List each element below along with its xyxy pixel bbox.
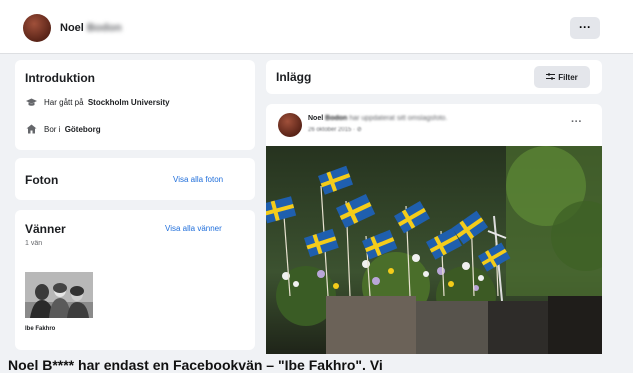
friends-card: Vänner Visa alla vänner 1 vän Ibe Fakhro bbox=[15, 210, 255, 350]
posts-header-card: Inlägg Filter bbox=[266, 60, 602, 94]
profile-header-bar: Noel Bodon ··· bbox=[0, 0, 633, 54]
post-more-button[interactable]: ··· bbox=[571, 116, 582, 128]
posts-title: Inlägg bbox=[276, 70, 312, 84]
filter-sliders-icon bbox=[546, 72, 556, 82]
post-cover-photo[interactable] bbox=[266, 146, 602, 354]
profile-surname-blurred: Bodon bbox=[86, 22, 122, 34]
home-icon bbox=[25, 124, 37, 134]
friend-name[interactable]: Ibe Fakhro bbox=[25, 326, 55, 332]
post-card: Noel Bodon har uppdaterat sitt omslagsfoto… bbox=[266, 104, 602, 354]
graduation-cap-icon bbox=[25, 97, 37, 107]
post-author-surname-blurred: Bodon bbox=[325, 115, 348, 122]
friend-count: 1 vän bbox=[25, 240, 43, 247]
intro-title: Introduktion bbox=[25, 71, 95, 85]
profile-more-button[interactable]: ··· bbox=[570, 17, 600, 39]
intro-education-row: Har gått på Stockholm University bbox=[25, 97, 170, 107]
see-all-friends-link[interactable]: Visa alla vänner bbox=[165, 224, 222, 233]
see-all-photos-link[interactable]: Visa alla foton bbox=[173, 175, 223, 184]
post-action-text: har uppdaterat sitt omslagsfoto. bbox=[349, 115, 448, 122]
article-caption: Noel B**** har endast en Facebookvän – "… bbox=[8, 357, 383, 373]
photos-title: Foton bbox=[25, 173, 59, 187]
photos-card: Foton Visa alla foton bbox=[15, 158, 255, 200]
profile-name[interactable]: Noel Bodon bbox=[60, 22, 122, 34]
post-author-avatar[interactable] bbox=[278, 113, 302, 137]
friend-photo[interactable] bbox=[25, 272, 93, 318]
intro-residence-row: Bor i Göteborg bbox=[25, 124, 101, 134]
residence-link[interactable]: Göteborg bbox=[65, 125, 101, 134]
friends-title: Vänner bbox=[25, 222, 66, 236]
filter-button[interactable]: Filter bbox=[534, 66, 590, 88]
intro-card: Introduktion Har gått på Stockholm Unive… bbox=[15, 60, 255, 150]
education-link[interactable]: Stockholm University bbox=[88, 98, 170, 107]
post-date[interactable]: 26 oktober 2015 · ⊘ bbox=[308, 126, 362, 133]
post-author-name[interactable]: Noel bbox=[308, 115, 323, 122]
post-author-line: Noel Bodon har uppdaterat sitt omslagsfoto… bbox=[308, 115, 447, 122]
profile-avatar[interactable] bbox=[23, 14, 51, 42]
